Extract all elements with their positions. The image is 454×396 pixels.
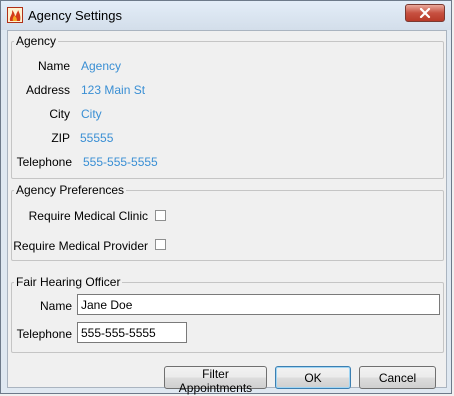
officer-name-input[interactable]	[77, 294, 440, 315]
require-medical-provider-checkbox[interactable]	[155, 239, 166, 250]
filter-appointments-button[interactable]: Filter Appointments	[164, 366, 267, 395]
close-button[interactable]	[405, 4, 445, 22]
agency-telephone-label: Telephone	[16, 155, 72, 169]
title-bar[interactable]: Agency Settings	[1, 1, 451, 30]
officer-telephone-input[interactable]	[77, 322, 187, 343]
fair-hearing-officer-legend: Fair Hearing Officer	[16, 275, 121, 289]
agency-settings-window: Agency Settings Agency Name Agency Addre…	[0, 0, 452, 395]
agency-city-label: City	[49, 107, 70, 121]
require-medical-provider-label: Require Medical Provider	[13, 239, 148, 253]
agency-zip-value: 55555	[80, 131, 114, 145]
agency-telephone-value: 555-555-5555	[83, 155, 158, 169]
agency-name-value: Agency	[81, 59, 122, 73]
flame-icon	[7, 7, 23, 23]
agency-legend: Agency	[16, 34, 57, 48]
agency-city-value: City	[81, 107, 102, 121]
agency-address-label: Address	[25, 83, 70, 97]
ok-button[interactable]: OK	[275, 366, 351, 389]
require-medical-clinic-checkbox[interactable]	[155, 210, 166, 221]
cancel-button[interactable]: Cancel	[359, 366, 436, 389]
dialog-body: Agency Name Agency Address 123 Main St C…	[7, 30, 447, 395]
agency-address-value: 123 Main St	[81, 83, 146, 97]
agency-group: Agency	[11, 34, 444, 179]
close-icon	[419, 8, 431, 18]
agency-preferences-legend: Agency Preferences	[16, 183, 125, 197]
officer-telephone-label: Telephone	[16, 327, 72, 341]
agency-name-label: Name	[37, 59, 70, 73]
window-title: Agency Settings	[28, 8, 122, 23]
require-medical-clinic-label: Require Medical Clinic	[28, 209, 148, 223]
agency-zip-label: ZIP	[51, 131, 70, 145]
officer-name-label: Name	[39, 299, 72, 313]
